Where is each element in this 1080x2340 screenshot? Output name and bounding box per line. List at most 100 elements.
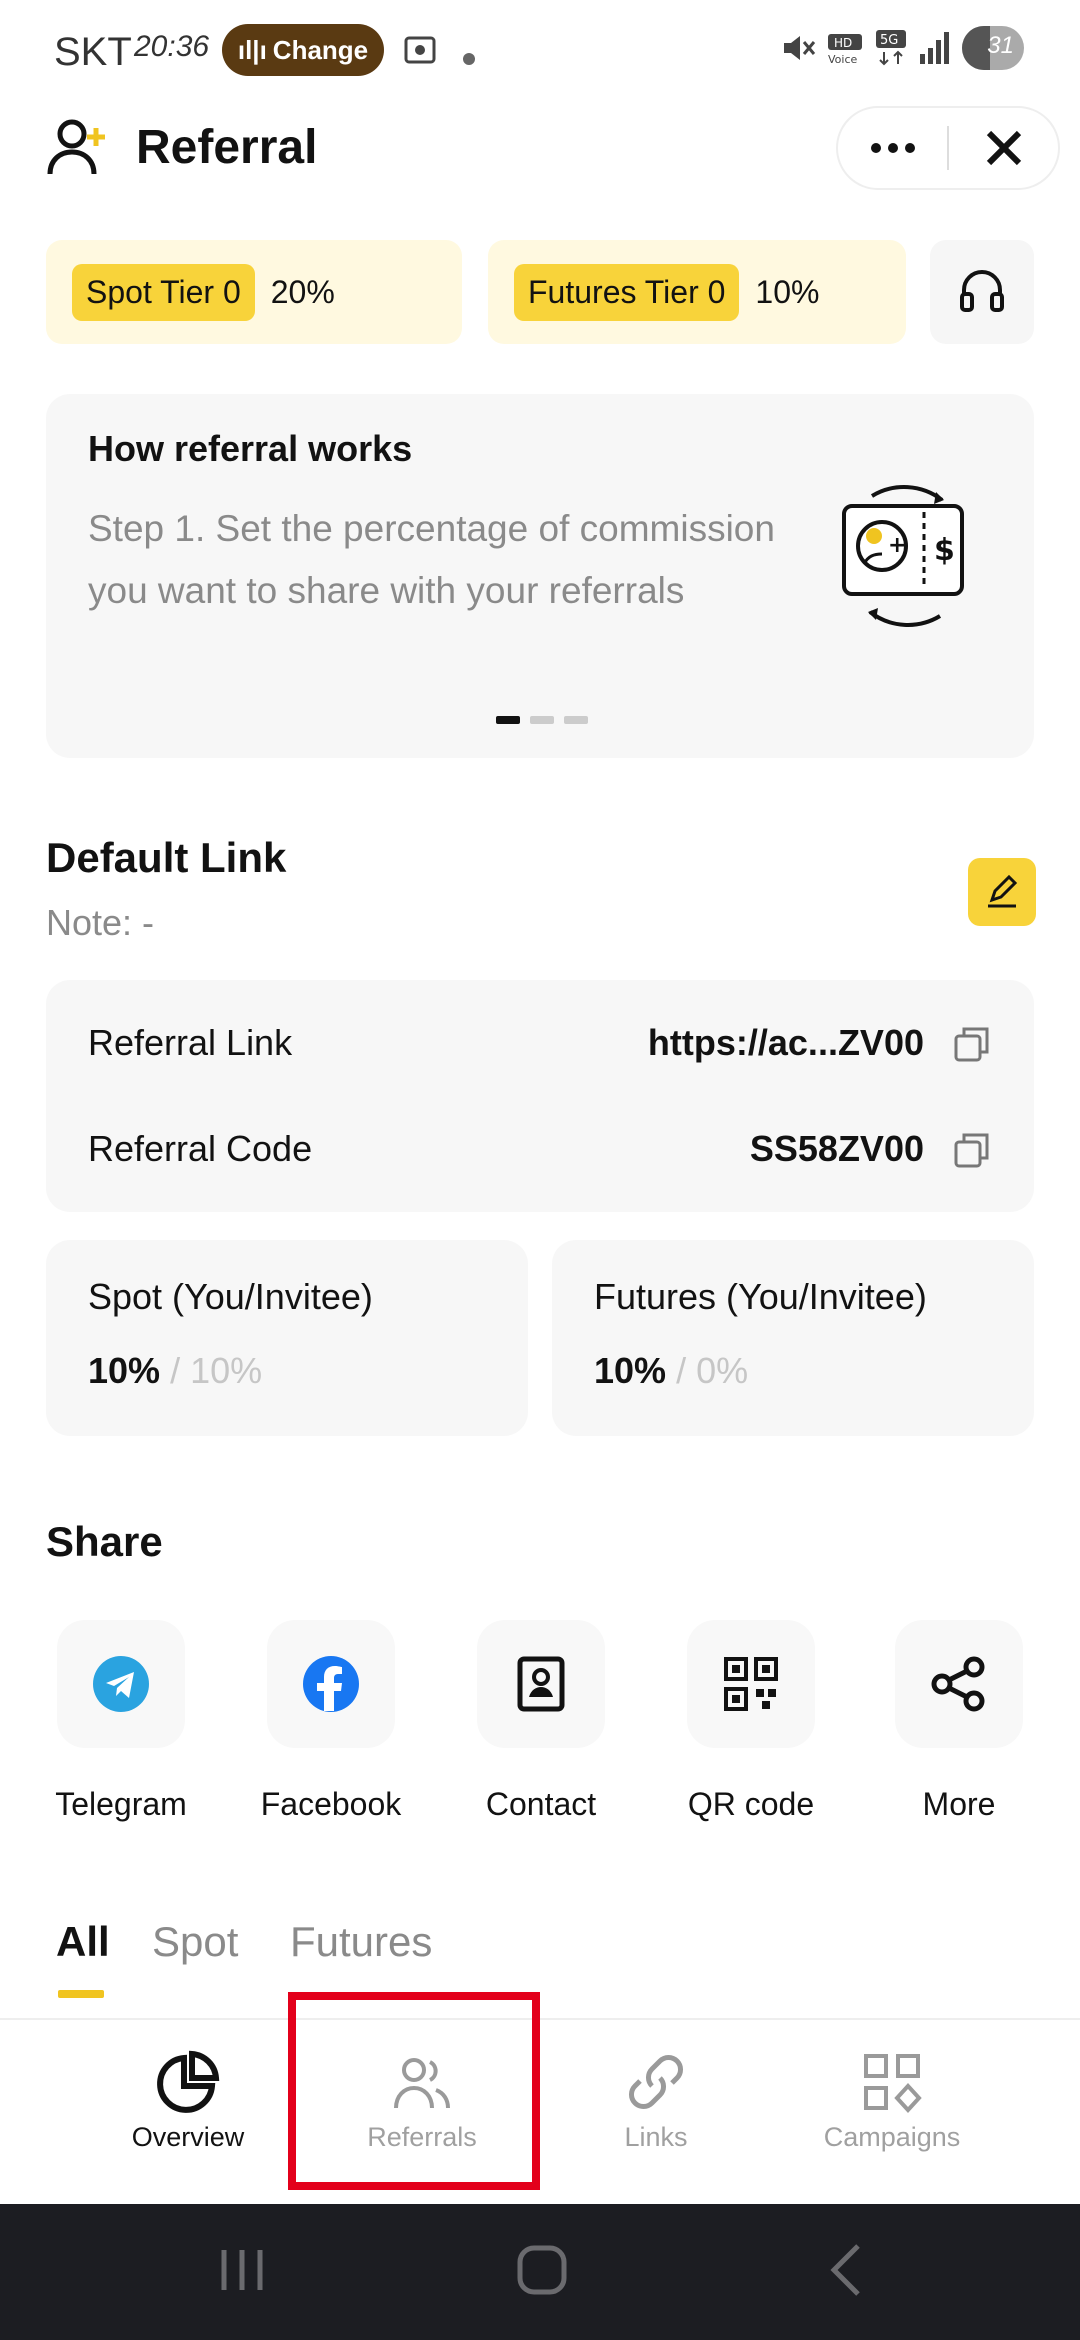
- share-title: Share: [46, 1518, 163, 1565]
- screenshot-icon: [400, 30, 440, 78]
- hd-voice-icon: HD Voice: [826, 32, 866, 74]
- how-step-text: Step 1. Set the percentage of commission…: [88, 508, 775, 611]
- tab-futures[interactable]: Futures: [290, 1918, 432, 1966]
- share-icon-tile: [57, 1620, 185, 1748]
- grid-icon: [864, 2054, 922, 2113]
- share-qr-code[interactable]: QR code: [656, 1620, 846, 1823]
- mute-icon: [780, 30, 816, 74]
- copy-code-button[interactable]: [952, 1130, 992, 1170]
- pie-chart-icon: [157, 2050, 220, 2113]
- split-you: 10%: [594, 1350, 667, 1391]
- referral-link-label: Referral Link: [88, 1022, 293, 1063]
- more-button[interactable]: [838, 108, 947, 188]
- spot-tier-chip[interactable]: Spot Tier 0 20%: [46, 240, 462, 344]
- carousel-dot[interactable]: [496, 716, 520, 724]
- referral-illustration-icon: + $: [816, 466, 996, 646]
- nav-links[interactable]: Links: [546, 2050, 766, 2153]
- home-button[interactable]: [510, 2238, 574, 2302]
- call-pill-label: Change: [272, 34, 369, 65]
- clock: 20:36: [134, 30, 210, 63]
- default-link-note: Note: -: [46, 902, 155, 943]
- split-you: 10%: [88, 1350, 161, 1391]
- split-value: 10% / 10%: [88, 1350, 262, 1392]
- futures-split-card: Futures (You/Invitee) 10% / 0%: [552, 1240, 1034, 1436]
- voice-wave-icon: ıl|ı: [237, 34, 267, 65]
- tab-active-indicator: [58, 1990, 104, 1998]
- notification-dot-icon: [462, 40, 476, 74]
- referral-link-card: Referral Link https://ac...ZV00 Referral…: [46, 980, 1034, 1212]
- nav-overview[interactable]: Overview: [78, 2050, 298, 2153]
- futures-tier-chip[interactable]: Futures Tier 0 10%: [488, 240, 906, 344]
- nav-label: Links: [624, 2122, 688, 2152]
- svg-text:5G: 5G: [880, 33, 898, 48]
- how-title: How referral works: [88, 428, 413, 469]
- nav-label: Overview: [131, 2122, 245, 2152]
- split-value: 10% / 0%: [594, 1350, 748, 1392]
- split-invitee: / 10%: [170, 1350, 263, 1391]
- tier-badge: Spot Tier 0: [72, 263, 255, 321]
- share-contact[interactable]: Contact: [446, 1620, 636, 1823]
- share-icon: [931, 1656, 985, 1712]
- facebook-icon: [303, 1656, 359, 1712]
- referral-link-value: https://ac...ZV00: [647, 1022, 924, 1063]
- split-label: Spot (You/Invitee): [88, 1276, 373, 1317]
- share-icon-tile: [687, 1620, 815, 1748]
- 5g-icon: 5G: [874, 28, 910, 76]
- share-telegram[interactable]: Telegram: [26, 1620, 216, 1823]
- header-actions: [836, 106, 1060, 190]
- carousel-indicator: [496, 716, 588, 724]
- recent-apps-button[interactable]: [210, 2238, 274, 2302]
- home-icon: [517, 2245, 567, 2295]
- battery-icon: 31: [962, 26, 1024, 70]
- edit-link-button[interactable]: [968, 858, 1036, 926]
- svg-text:$: $: [934, 533, 955, 568]
- tab-all[interactable]: All: [56, 1918, 110, 1966]
- share-label: More: [922, 1786, 996, 1822]
- close-icon: [986, 130, 1021, 166]
- referral-code-label: Referral Code: [88, 1128, 313, 1169]
- default-link-title: Default Link: [46, 834, 287, 881]
- headset-icon: [960, 270, 1004, 312]
- share-icon-tile: [895, 1620, 1023, 1748]
- signal-icon: [918, 30, 952, 74]
- referral-code-value: SS58ZV00: [749, 1128, 924, 1169]
- spot-split-card: Spot (You/Invitee) 10% / 10%: [46, 1240, 528, 1436]
- svg-text:Voice: Voice: [828, 53, 858, 66]
- share-icon-tile: [267, 1620, 395, 1748]
- add-user-icon: [44, 112, 114, 182]
- back-button[interactable]: [816, 2238, 880, 2302]
- telegram-icon: [93, 1656, 149, 1712]
- tier-percent: 20%: [270, 273, 335, 310]
- copy-link-button[interactable]: [952, 1024, 992, 1064]
- share-label: Contact: [485, 1786, 597, 1822]
- how-referral-card[interactable]: How referral works Step 1. Set the perce…: [46, 394, 1034, 758]
- edit-pencil-icon: [988, 874, 1018, 908]
- split-label: Futures (You/Invitee): [594, 1276, 927, 1317]
- carousel-dot[interactable]: [564, 716, 588, 724]
- tier-badge: Futures Tier 0: [514, 263, 740, 321]
- share-more[interactable]: More: [864, 1620, 1054, 1823]
- carousel-dot[interactable]: [530, 716, 554, 724]
- nav-campaigns[interactable]: Campaigns: [782, 2050, 1002, 2153]
- nav-label: Campaigns: [823, 2122, 961, 2152]
- contact-icon: [517, 1656, 565, 1712]
- call-pill[interactable]: ıl|ı Change: [222, 24, 384, 76]
- split-invitee: / 0%: [676, 1350, 749, 1391]
- support-button[interactable]: [930, 240, 1034, 344]
- recent-apps-icon: [221, 2250, 263, 2290]
- close-button[interactable]: [949, 108, 1058, 188]
- qr-code-icon: [724, 1657, 778, 1711]
- page-title: Referral: [136, 121, 318, 174]
- share-label: Facebook: [260, 1786, 402, 1822]
- share-facebook[interactable]: Facebook: [236, 1620, 426, 1823]
- tier-percent: 10%: [755, 273, 820, 310]
- link-icon: [629, 2055, 683, 2109]
- nav-divider: [0, 2018, 1080, 2020]
- share-label: QR code: [687, 1786, 815, 1822]
- copy-icon: [954, 1133, 989, 1168]
- status-bar: SKT 20:36 ıl|ı Change HD Voice 5G 31: [0, 0, 1080, 100]
- share-label: Telegram: [55, 1786, 187, 1822]
- back-icon: [830, 2244, 860, 2296]
- tab-spot[interactable]: Spot: [152, 1918, 238, 1966]
- referrals-highlight-box: [288, 1992, 540, 2190]
